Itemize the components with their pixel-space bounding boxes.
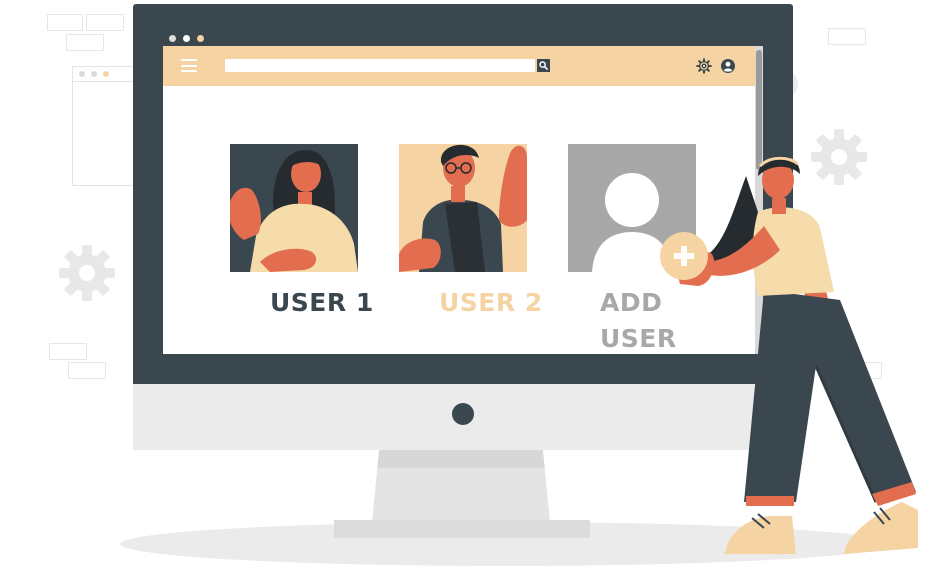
settings-button[interactable] bbox=[696, 58, 712, 74]
profile-button[interactable] bbox=[720, 58, 736, 74]
bg-brick bbox=[86, 14, 124, 31]
window-dot-close[interactable] bbox=[169, 35, 176, 42]
search-button[interactable] bbox=[537, 59, 550, 72]
user-2-avatar bbox=[399, 144, 527, 272]
search-input[interactable] bbox=[225, 59, 535, 72]
window-dot-maximize[interactable] bbox=[197, 35, 204, 42]
user-2-card[interactable] bbox=[399, 144, 527, 272]
user-1-label[interactable]: USER 1 bbox=[270, 285, 374, 321]
user-avatar-icon bbox=[721, 59, 735, 73]
bg-brick bbox=[49, 343, 87, 360]
monitor-stand-shadow bbox=[377, 450, 545, 468]
magnifier-icon bbox=[539, 61, 548, 70]
monitor-stand-base bbox=[334, 520, 590, 538]
app-toolbar bbox=[163, 46, 755, 86]
power-button[interactable] bbox=[452, 403, 474, 425]
woman-illustration bbox=[660, 156, 918, 554]
search-bar bbox=[225, 59, 550, 72]
window-dot-minimize[interactable] bbox=[183, 35, 190, 42]
gear-icon bbox=[696, 58, 712, 74]
bg-gear-icon bbox=[59, 245, 115, 301]
bg-brick bbox=[66, 34, 104, 51]
hamburger-menu-icon[interactable] bbox=[181, 59, 197, 72]
bg-brick bbox=[68, 362, 106, 379]
user-1-card[interactable] bbox=[230, 144, 358, 272]
user-2-label[interactable]: USER 2 bbox=[439, 285, 543, 321]
window-titlebar bbox=[163, 30, 763, 46]
bg-brick bbox=[828, 28, 866, 45]
bg-brick bbox=[47, 14, 83, 31]
plus-icon[interactable] bbox=[660, 232, 708, 280]
user-1-avatar bbox=[230, 150, 358, 272]
